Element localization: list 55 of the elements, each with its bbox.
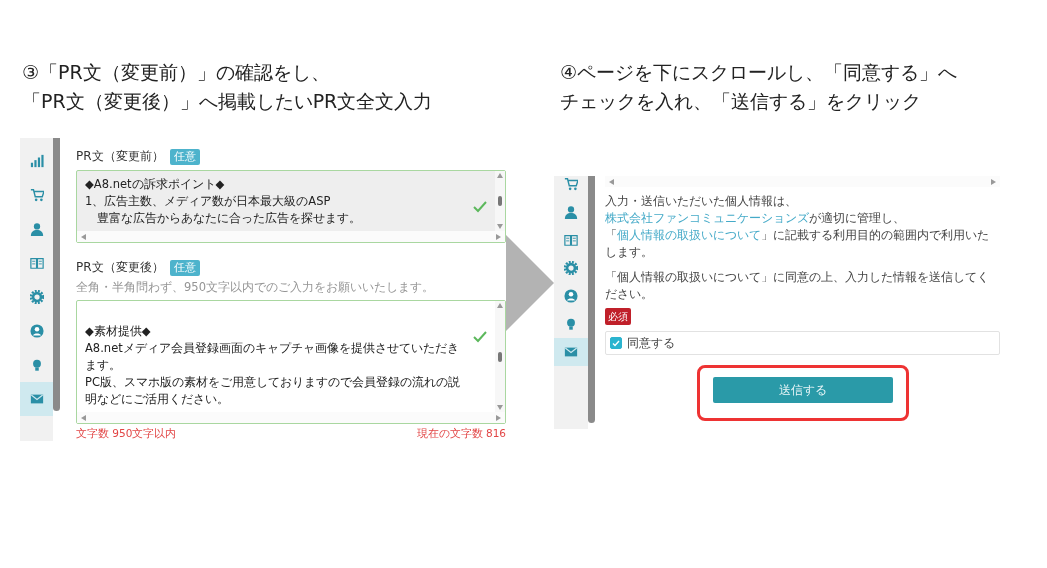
scrollbar[interactable]: [53, 138, 60, 411]
book-icon: [29, 256, 44, 270]
sidebar-item[interactable]: [20, 382, 54, 416]
user-circle-icon: [564, 289, 579, 303]
required-badge: 必須: [605, 308, 632, 325]
horizontal-scrollbar[interactable]: [605, 176, 1000, 187]
scroll-up-icon[interactable]: [497, 173, 503, 178]
scroll-right-icon[interactable]: [496, 233, 501, 240]
optional-badge: 任意: [169, 148, 200, 165]
check-icon: [473, 201, 487, 213]
char-count: 現在の文字数 816: [416, 427, 506, 441]
cart-icon: [564, 177, 579, 191]
scroll-up-icon[interactable]: [497, 303, 503, 308]
optional-badge: 任意: [169, 259, 200, 276]
consent-prompt: 「個人情報の取扱いについて」に同意の上、入力した情報を送信してください。: [605, 269, 991, 303]
step-caption: ③「PR文（変更前）」の確認をし、: [22, 60, 331, 85]
arrow-icon: [506, 235, 554, 331]
gear-icon: [29, 290, 44, 304]
scroll-down-icon[interactable]: [497, 224, 503, 229]
person-icon: [29, 222, 44, 236]
gear-icon: [564, 261, 579, 275]
sidebar-item[interactable]: [554, 338, 589, 366]
horizontal-scrollbar[interactable]: [77, 231, 505, 242]
field-label: PR文（変更後）: [76, 259, 164, 276]
scroll-right-icon[interactable]: [991, 178, 996, 185]
scroll-down-icon[interactable]: [497, 405, 503, 410]
check-icon: [612, 339, 621, 347]
field-hint: 全角・半角問わず、950文字以内でのご入力をお願いいたします。: [76, 280, 435, 295]
scroll-left-icon[interactable]: [81, 414, 86, 421]
scroll-thumb[interactable]: [498, 351, 502, 362]
vertical-scrollbar[interactable]: [495, 301, 505, 412]
user-circle-icon: [29, 324, 44, 338]
char-limit: 文字数 950文字以内: [76, 427, 177, 441]
mail-icon: [564, 345, 579, 359]
scrollbar[interactable]: [588, 176, 596, 423]
check-icon: [473, 331, 487, 343]
cart-icon: [29, 188, 44, 202]
mail-icon: [29, 392, 44, 406]
text-area[interactable]: ◆素材提供◆ A8.netメディア会員登録画面のキャプチャ画像を提供させていただきます。 PC版、スマホ版の素材をご用意しておりますので会員登録の流れの説明などにご活用ください。: [76, 300, 506, 424]
text-area[interactable]: ◆A8.netの訴求ポイント◆ 1、広告主数、メディア数が日本最大級のASP 豊富な広告からあなたに合った広告を探せます。: [76, 170, 506, 243]
step-caption: 「PR文（変更後）」へ掲載したいPR文全文入力: [22, 89, 434, 114]
privacy-notice: 入力・送信いただいた個人情報は、 株式会社ファンコミュニケーションズが適切に管理し、「個人情報の取扱いについて」に記載する利用目的の範囲内で利用いたします。: [605, 193, 991, 261]
step-caption: ④ページを下にスクロールし、「同意する」へ: [560, 60, 959, 85]
step-caption: チェックを入れ、「送信する」をクリック: [560, 89, 922, 114]
scroll-left-icon[interactable]: [609, 178, 615, 185]
field-label: PR文（変更前）: [76, 148, 164, 165]
scroll-right-icon[interactable]: [496, 414, 501, 421]
scroll-thumb[interactable]: [498, 196, 502, 206]
vertical-scrollbar[interactable]: [495, 171, 505, 231]
agree-checkbox[interactable]: 同意する: [610, 334, 676, 352]
person-icon: [564, 205, 579, 219]
scroll-left-icon[interactable]: [81, 233, 86, 240]
horizontal-scrollbar[interactable]: [77, 412, 505, 423]
book-icon: [564, 233, 579, 247]
chart-icon: [29, 154, 44, 168]
